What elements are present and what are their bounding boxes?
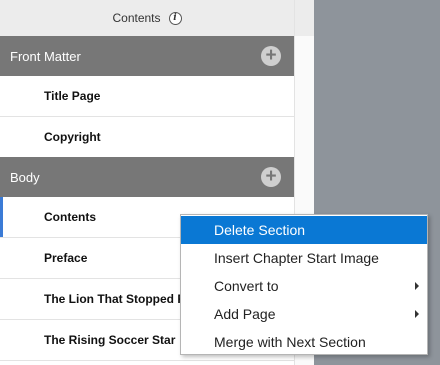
menu-item-label: Convert to — [214, 278, 279, 294]
submenu-arrow-icon — [415, 310, 419, 318]
section-title: Front Matter — [10, 48, 81, 64]
menu-item-convert-to[interactable]: Convert to — [181, 272, 427, 300]
page-row-title-page[interactable]: Title Page — [0, 76, 294, 117]
menu-item-label: Insert Chapter Start Image — [214, 250, 379, 266]
menu-item-delete-section[interactable]: Delete Section — [181, 216, 427, 244]
submenu-arrow-icon — [415, 282, 419, 290]
menu-item-label: Merge with Next Section — [214, 334, 366, 350]
section-header-front-matter[interactable]: Front Matter + — [0, 36, 294, 76]
page-label: Copyright — [44, 130, 101, 144]
menu-item-insert-chapter-start-image[interactable]: Insert Chapter Start Image — [181, 244, 427, 272]
menu-item-add-page[interactable]: Add Page — [181, 300, 427, 328]
selection-marker — [0, 197, 3, 237]
context-menu: Delete Section Insert Chapter Start Imag… — [180, 214, 428, 355]
page-label: Preface — [44, 251, 88, 265]
add-page-icon[interactable]: + — [261, 46, 281, 66]
menu-item-label: Delete Section — [214, 222, 306, 238]
panel-header: Contents i — [0, 0, 294, 37]
section-title: Body — [10, 169, 40, 185]
scrollbar-cap — [294, 0, 314, 36]
add-page-icon[interactable]: + — [261, 167, 281, 187]
section-header-body[interactable]: Body + — [0, 157, 294, 197]
panel-title: Contents — [112, 11, 161, 25]
page-label: Title Page — [44, 89, 101, 103]
menu-item-label: Add Page — [214, 306, 276, 322]
info-icon[interactable]: i — [168, 11, 182, 25]
page-label: Contents — [44, 210, 96, 224]
page-row-copyright[interactable]: Copyright — [0, 117, 294, 158]
page-label: The Rising Soccer Star — [44, 333, 176, 347]
menu-item-merge-with-next-section[interactable]: Merge with Next Section — [181, 328, 427, 356]
